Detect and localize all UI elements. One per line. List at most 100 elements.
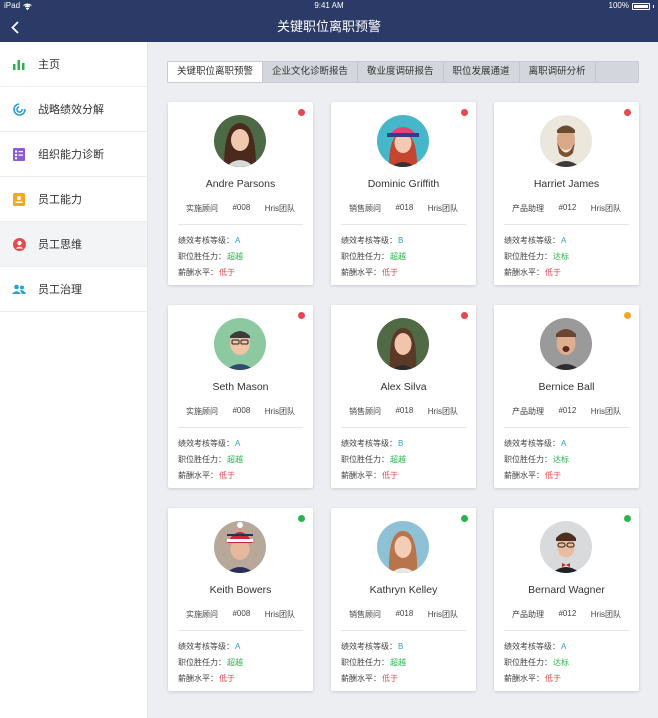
fit-value: 超越 xyxy=(390,252,406,261)
avatar xyxy=(540,115,592,167)
divider xyxy=(504,630,629,631)
employee-code: #018 xyxy=(395,406,414,415)
salary-row: 薪酬水平：低于 xyxy=(178,470,235,481)
divider xyxy=(178,427,303,428)
fit-label: 职位胜任力： xyxy=(178,658,226,667)
employee-team: Hris团队 xyxy=(264,610,295,619)
employee-card[interactable]: Harriet James 产品助理 #012 Hris团队 绩效考核等级：A … xyxy=(494,102,639,285)
perf-label: 绩效考核等级： xyxy=(341,642,397,651)
salary-row: 薪酬水平：低于 xyxy=(341,470,398,481)
employee-code: #018 xyxy=(395,609,414,618)
employee-card[interactable]: Andre Parsons 实施顾问 #008 Hris团队 绩效考核等级：A … xyxy=(168,102,313,285)
salary-row: 薪酬水平：低于 xyxy=(504,673,561,684)
sidebar-item-home[interactable]: 主页 xyxy=(0,42,147,87)
employee-team: Hris团队 xyxy=(264,407,295,416)
tab-culture-report[interactable]: 企业文化诊断报告 xyxy=(263,62,359,82)
tab-exit-analysis[interactable]: 离职调研分析 xyxy=(520,62,596,82)
employee-card[interactable]: Dominic Griffith 销售顾问 #018 Hris团队 绩效考核等级… xyxy=(331,102,476,285)
employee-meta: 产品助理 #012 Hris团队 xyxy=(504,203,629,214)
employee-meta: 销售顾问 #018 Hris团队 xyxy=(341,609,466,620)
status-dot xyxy=(461,515,468,522)
status-dot xyxy=(298,312,305,319)
perf-value: B xyxy=(398,236,404,245)
perf-label: 绩效考核等级： xyxy=(178,439,234,448)
perf-row: 绩效考核等级：B xyxy=(341,235,403,246)
sidebar: 主页 战略绩效分解 组织能力诊断 员工能力 员工思维 员工治理 xyxy=(0,42,148,718)
status-time: 9:41 AM xyxy=(314,1,344,10)
sidebar-item-label: 员工思维 xyxy=(38,239,82,251)
employee-role: 销售顾问 xyxy=(349,204,381,213)
sidebar-item-label: 组织能力诊断 xyxy=(38,149,104,161)
employee-name: Seth Mason xyxy=(212,381,269,393)
status-dot xyxy=(624,312,631,319)
status-dot xyxy=(461,312,468,319)
employee-name: Dominic Griffith xyxy=(367,178,440,190)
fit-row: 职位胜任力：超越 xyxy=(178,251,243,262)
employee-meta: 实施顾问 #008 Hris团队 xyxy=(178,609,303,620)
employee-meta: 销售顾问 #018 Hris团队 xyxy=(341,203,466,214)
sidebar-item-ability[interactable]: 员工能力 xyxy=(0,177,147,222)
salary-row: 薪酬水平：低于 xyxy=(341,267,398,278)
employee-card[interactable]: Seth Mason 实施顾问 #008 Hris团队 绩效考核等级：A 职位胜… xyxy=(168,305,313,488)
employee-role: 销售顾问 xyxy=(349,407,381,416)
employee-role: 产品助理 xyxy=(512,407,544,416)
salary-value: 低于 xyxy=(219,268,235,277)
employee-meta: 产品助理 #012 Hris团队 xyxy=(504,406,629,417)
battery-icon xyxy=(632,2,650,10)
employee-role: 产品助理 xyxy=(512,204,544,213)
employee-card[interactable]: Keith Bowers 实施顾问 #008 Hris团队 绩效考核等级：A 职… xyxy=(168,508,313,691)
sidebar-item-mindset[interactable]: 员工思维 xyxy=(0,222,147,267)
employee-meta: 实施顾问 #008 Hris团队 xyxy=(178,406,303,417)
target-icon xyxy=(12,102,26,116)
bar-chart-icon xyxy=(12,57,26,71)
perf-row: 绩效考核等级：A xyxy=(178,235,240,246)
employee-name: Bernard Wagner xyxy=(528,584,605,596)
fit-value: 达标 xyxy=(553,658,569,667)
employee-card[interactable]: Alex Silva 销售顾问 #018 Hris团队 绩效考核等级：B 职位胜… xyxy=(331,305,476,488)
employee-name: Harriet James xyxy=(533,178,600,190)
fit-value: 超越 xyxy=(227,252,243,261)
employee-card[interactable]: Bernice Ball 产品助理 #012 Hris团队 绩效考核等级：A 职… xyxy=(494,305,639,488)
report-tabs: 关键职位离职预警 企业文化诊断报告 敬业度调研报告 职位发展通道 离职调研分析 xyxy=(167,61,639,83)
sidebar-item-governance[interactable]: 员工治理 xyxy=(0,267,147,312)
page-title: 关键职位离职预警 xyxy=(276,19,381,34)
salary-row: 薪酬水平：低于 xyxy=(178,673,235,684)
employee-name: Andre Parsons xyxy=(205,178,276,190)
tab-career-path[interactable]: 职位发展通道 xyxy=(444,62,520,82)
salary-label: 薪酬水平： xyxy=(178,471,218,480)
fit-value: 超越 xyxy=(227,658,243,667)
employee-team: Hris团队 xyxy=(427,610,458,619)
divider xyxy=(341,427,466,428)
sidebar-item-label: 员工能力 xyxy=(38,194,82,206)
divider xyxy=(341,630,466,631)
fit-row: 职位胜任力：超越 xyxy=(178,454,243,465)
employee-team: Hris团队 xyxy=(590,204,621,213)
fit-row: 职位胜任力：达标 xyxy=(504,454,569,465)
fit-label: 职位胜任力： xyxy=(178,252,226,261)
salary-value: 低于 xyxy=(545,471,561,480)
employee-code: #018 xyxy=(395,203,414,212)
tab-engagement-report[interactable]: 敬业度调研报告 xyxy=(358,62,444,82)
avatar xyxy=(377,115,429,167)
employee-meta: 实施顾问 #008 Hris团队 xyxy=(178,203,303,214)
tab-turnover-warning[interactable]: 关键职位离职预警 xyxy=(168,62,264,82)
fit-value: 超越 xyxy=(390,455,406,464)
employee-card[interactable]: Kathryn Kelley 销售顾问 #018 Hris团队 绩效考核等级：B… xyxy=(331,508,476,691)
employee-team: Hris团队 xyxy=(264,204,295,213)
divider xyxy=(178,224,303,225)
person-icon xyxy=(12,237,26,251)
sidebar-item-strategy[interactable]: 战略绩效分解 xyxy=(0,87,147,132)
avatar xyxy=(214,318,266,370)
salary-value: 低于 xyxy=(219,471,235,480)
employee-name: Alex Silva xyxy=(380,381,427,393)
fit-value: 超越 xyxy=(227,455,243,464)
salary-label: 薪酬水平： xyxy=(504,268,544,277)
employee-team: Hris团队 xyxy=(427,204,458,213)
perf-row: 绩效考核等级：B xyxy=(341,641,403,652)
employee-meta: 产品助理 #012 Hris团队 xyxy=(504,609,629,620)
perf-row: 绩效考核等级：A xyxy=(504,641,566,652)
salary-value: 低于 xyxy=(545,674,561,683)
sidebar-item-org-diagnosis[interactable]: 组织能力诊断 xyxy=(0,132,147,177)
employee-card[interactable]: Bernard Wagner 产品助理 #012 Hris团队 绩效考核等级：A… xyxy=(494,508,639,691)
status-dot xyxy=(461,109,468,116)
